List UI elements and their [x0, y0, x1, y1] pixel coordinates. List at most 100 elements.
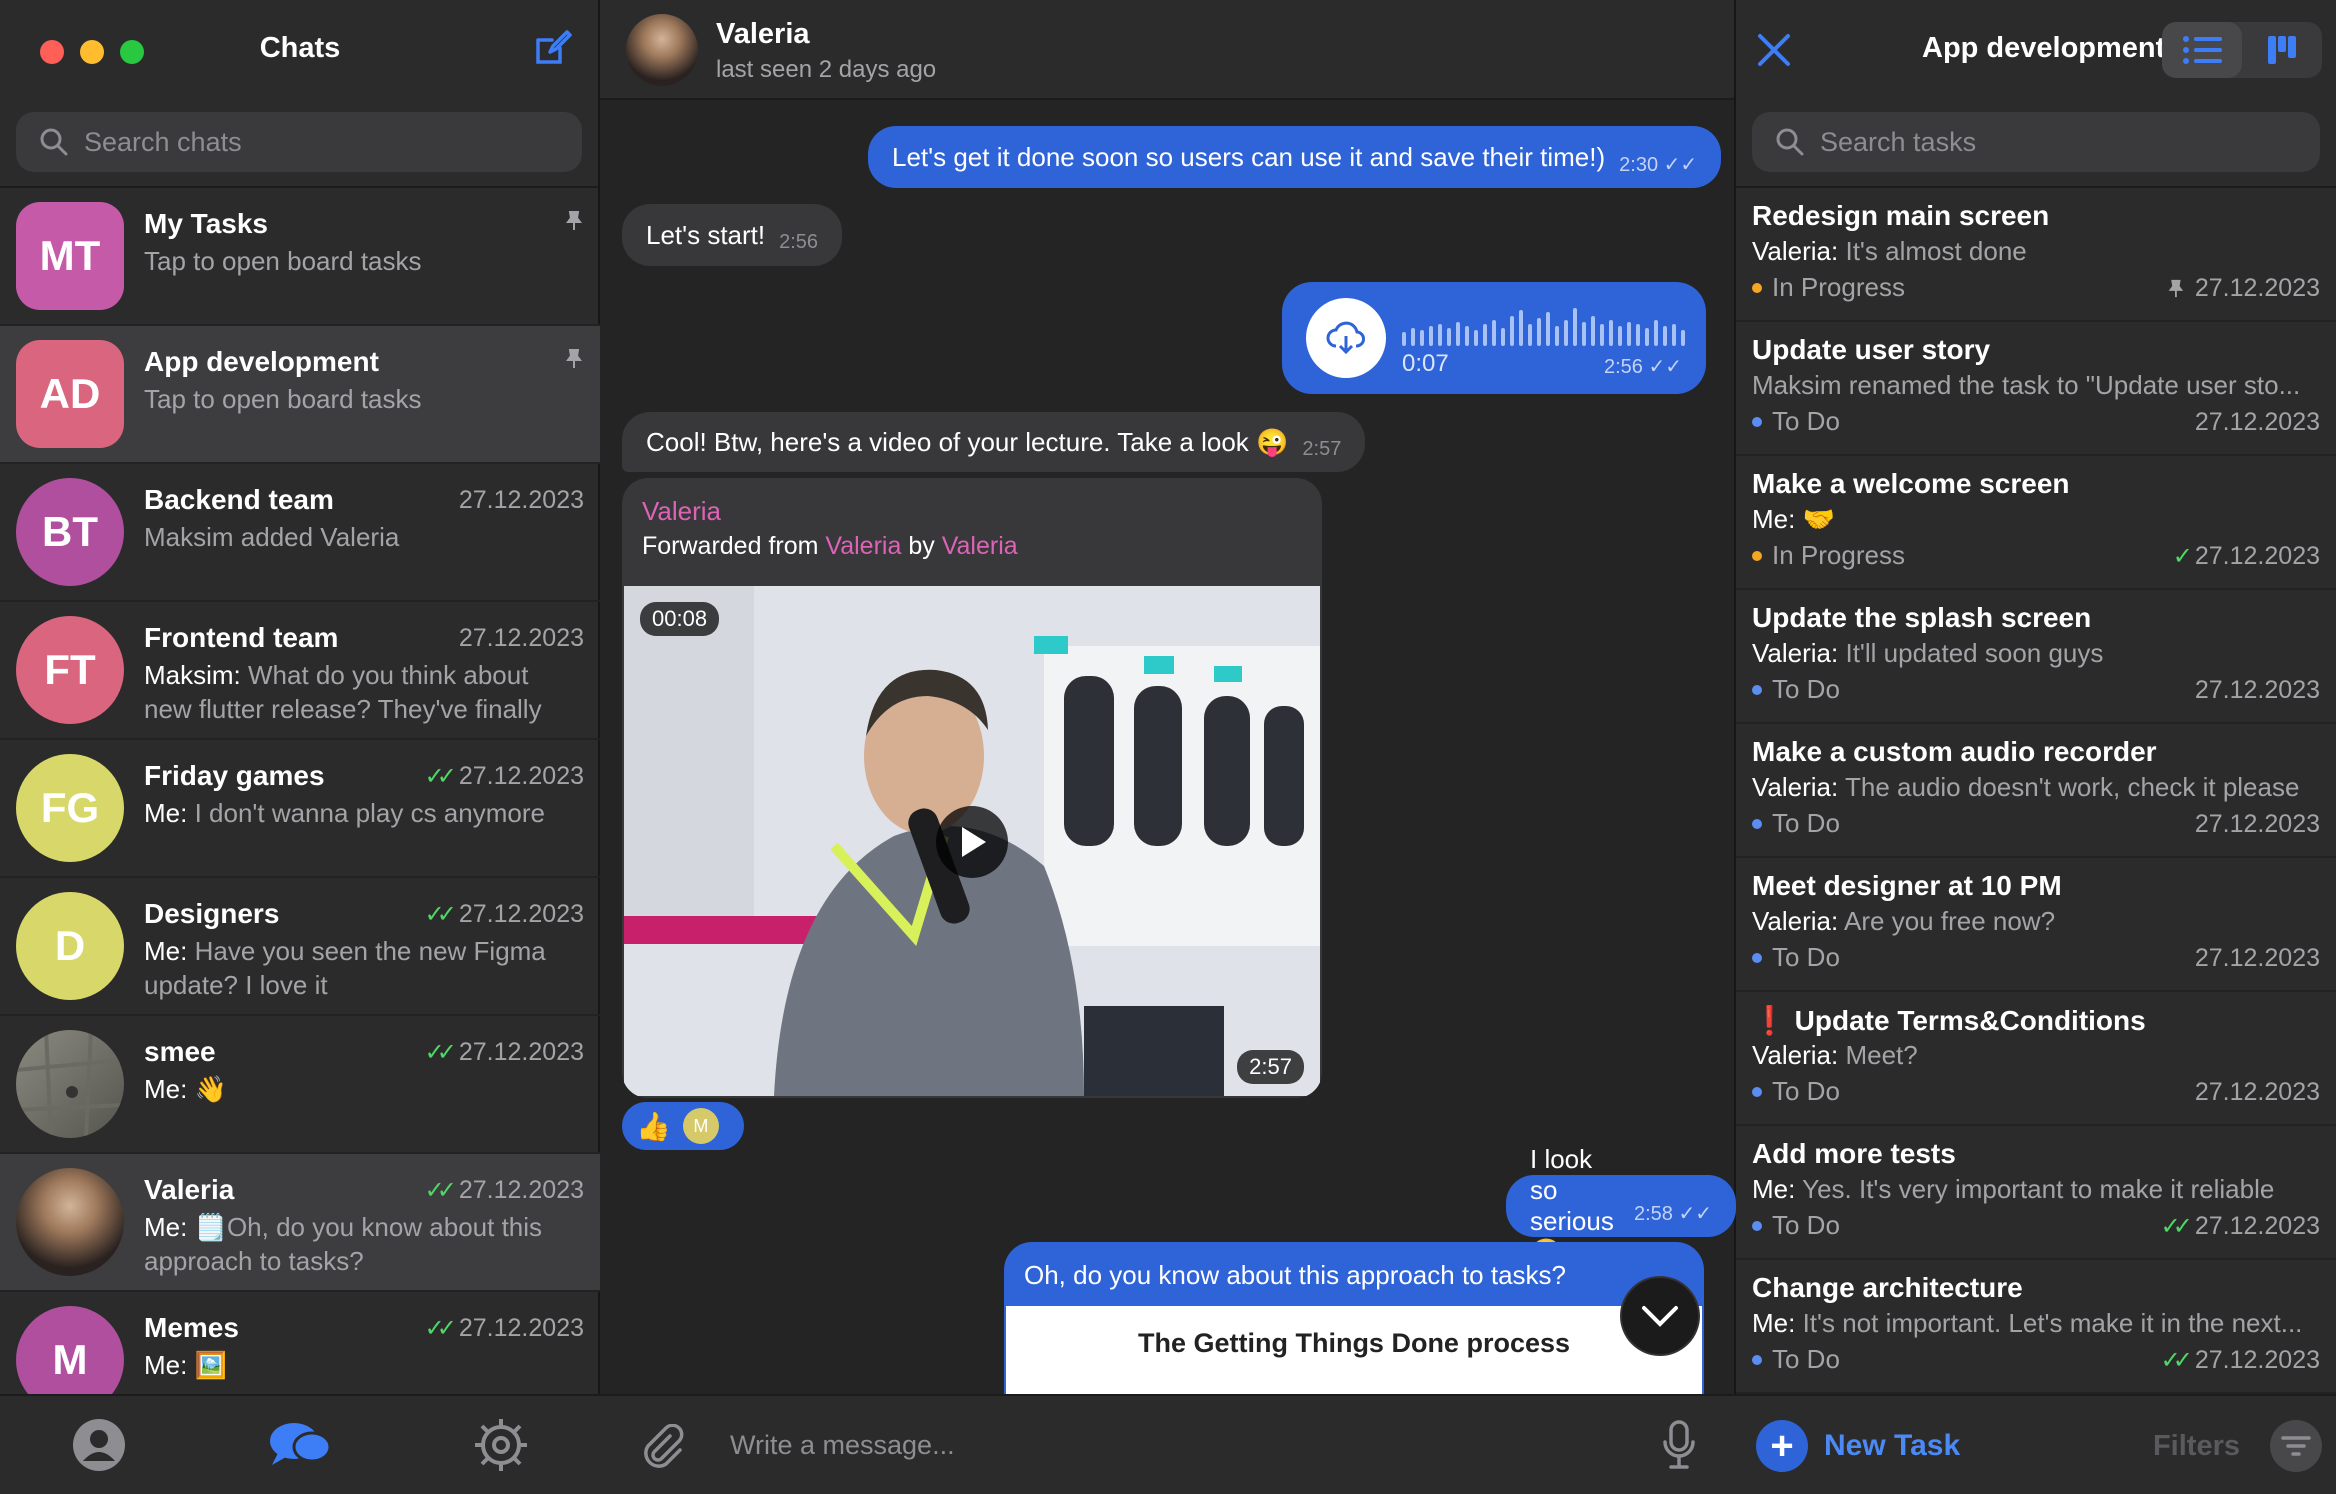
settings-gear-icon[interactable]: [473, 1417, 529, 1473]
task-status: In Progress: [1752, 272, 1905, 303]
scroll-to-bottom-button[interactable]: [1620, 1276, 1700, 1356]
filter-lines-icon: [2281, 1436, 2311, 1456]
attach-paperclip-icon[interactable]: [640, 1424, 686, 1470]
date-text: 27.12.2023: [2194, 408, 2320, 436]
close-icon[interactable]: [1756, 32, 1792, 68]
task-date: 27.12.2023: [2165, 274, 2320, 303]
compose-icon[interactable]: [532, 28, 572, 68]
waveform-bar: [1609, 320, 1613, 346]
message-text: Yes. It's very important to make it reli…: [1802, 1174, 2275, 1204]
chats-title: Chats: [259, 32, 341, 64]
avatar: FG: [16, 754, 124, 862]
message-incoming[interactable]: Cool! Btw, here's a video of your lectur…: [622, 412, 1366, 472]
read-check-icon: ✓✓: [2160, 1213, 2193, 1240]
chat-item-valeria[interactable]: Valeria Me: 🗒️Oh, do you know about this…: [0, 1154, 600, 1292]
message-outgoing[interactable]: I look so serious 🤨 2:58 ✓✓: [1506, 1144, 1736, 1267]
task-item[interactable]: ❗ Update Terms&Conditions Valeria: Meet?…: [1736, 992, 2336, 1126]
reaction-chip[interactable]: 👍 M: [622, 1102, 744, 1150]
chat-preview: Me: Have you seen the new Figma update? …: [144, 934, 564, 1002]
filters-button[interactable]: Filters: [2153, 1430, 2240, 1463]
task-date: 27.12.2023: [2195, 1078, 2320, 1107]
message-text: Are you free now?: [1844, 906, 2056, 936]
task-item[interactable]: Make a custom audio recorder Valeria: Th…: [1736, 724, 2336, 858]
conversation-header[interactable]: Valeria last seen 2 days ago: [600, 0, 1734, 100]
task-item[interactable]: Meet designer at 10 PM Valeria: Are you …: [1736, 858, 2336, 992]
task-last-message: Me: 🤝: [1752, 504, 2322, 535]
chat-name: Friday games: [144, 760, 325, 791]
microphone-icon[interactable]: [1662, 1420, 1696, 1470]
task-title: Add more tests: [1752, 1138, 1956, 1169]
preview-sender: Me:: [144, 1212, 188, 1242]
task-last-message: Maksim renamed the task to "Update user …: [1752, 370, 2301, 400]
message-outgoing[interactable]: Let's get it done soon so users can use …: [868, 126, 1722, 188]
pin-icon: [2168, 279, 2184, 297]
link-preview-message[interactable]: Oh, do you know about this approach to t…: [1004, 1242, 1704, 1394]
contact-avatar[interactable]: [626, 14, 698, 86]
chat-date: 27.12.2023: [459, 486, 584, 515]
task-item[interactable]: Add more tests Me: Yes. It's very import…: [1736, 1126, 2336, 1260]
task-item[interactable]: Update user story Maksim renamed the tas…: [1736, 322, 2336, 456]
board-view-button[interactable]: [2242, 22, 2322, 78]
chat-name: Designers: [144, 898, 280, 929]
chat-preview: Tap to open board tasks: [144, 246, 422, 276]
message-time: 2:30 ✓✓: [1619, 153, 1698, 176]
video-player[interactable]: 00:08 2:57: [624, 586, 1320, 1096]
waveform-bar: [1528, 324, 1532, 346]
tasks-search-input[interactable]: Search tasks: [1752, 112, 2320, 172]
play-icon: [962, 827, 986, 857]
task-item[interactable]: Redesign main screen Valeria: It's almos…: [1736, 188, 2336, 322]
chat-preview: Me: I don't wanna play cs anymore: [144, 796, 564, 830]
chat-item-backend-team[interactable]: BT Backend team Maksim added Valeria 27.…: [0, 464, 600, 602]
tasks-panel: App development Search tasks Redesign ma…: [1736, 0, 2336, 1494]
task-title: Redesign main screen: [1752, 200, 2050, 231]
chats-search-input[interactable]: Search chats: [16, 112, 582, 172]
chat-item-designers[interactable]: D Designers Me: Have you seen the new Fi…: [0, 878, 600, 1016]
new-task-button[interactable]: + New Task: [1756, 1420, 1960, 1472]
forward-source: Forwarded from Valeria by Valeria: [642, 532, 1018, 561]
link-preview-card[interactable]: The Getting Things Done process: [1006, 1306, 1702, 1394]
task-date: 27.12.2023: [2195, 944, 2320, 973]
download-button[interactable]: [1306, 298, 1386, 378]
message-input[interactable]: Write a message...: [730, 1430, 955, 1461]
task-last-message: Me: It's not important. Let's make it in…: [1752, 1308, 2322, 1339]
preview-sender: Me:: [144, 1074, 188, 1104]
message-sender: Valeria:: [1752, 1040, 1839, 1070]
waveform-bar: [1438, 324, 1442, 346]
chat-preview: Me: 🗒️Oh, do you know about this approac…: [144, 1210, 564, 1278]
forward-by-link[interactable]: Valeria: [942, 532, 1018, 560]
forward-from-link[interactable]: Valeria: [825, 532, 901, 560]
waveform-bar: [1546, 312, 1550, 346]
preview-sender: Me:: [144, 936, 188, 966]
task-item[interactable]: Change architecture Me: It's not importa…: [1736, 1260, 2336, 1394]
date-text: 27.12.2023: [2194, 1212, 2320, 1240]
chat-item-frontend-team[interactable]: FT Frontend team Maksim: What do you thi…: [0, 602, 600, 740]
task-title: Change architecture: [1752, 1272, 2023, 1303]
profile-icon[interactable]: [71, 1417, 127, 1473]
chat-item-friday-games[interactable]: FG Friday games Me: I don't wanna play c…: [0, 740, 600, 878]
chat-item-my-tasks[interactable]: MT My Tasks Tap to open board tasks: [0, 188, 600, 326]
check-icon: ✓: [2172, 543, 2193, 570]
message-sender: Valeria:: [1752, 236, 1839, 266]
list-view-button[interactable]: [2162, 22, 2242, 78]
chevron-down-icon: [1642, 1306, 1678, 1327]
date-text: 27.12.2023: [2194, 1346, 2320, 1374]
forwarded-message[interactable]: Valeria Forwarded from Valeria by Valeri…: [622, 478, 1322, 1098]
message-sender: Valeria:: [1752, 638, 1839, 668]
chat-item-smee[interactable]: smee Me: 👋 ✓✓ 27.12.2023: [0, 1016, 600, 1154]
waveform-bar: [1618, 326, 1622, 346]
filter-icon[interactable]: [2270, 1420, 2322, 1472]
waveform-bar: [1582, 322, 1586, 346]
chat-name: smee: [144, 1036, 216, 1067]
chat-item-app-development[interactable]: AD App development Tap to open board tas…: [0, 326, 600, 464]
play-button[interactable]: [936, 806, 1008, 878]
waveform-bar: [1483, 324, 1487, 346]
message-incoming[interactable]: Let's start! 2:56: [622, 204, 843, 266]
chat-name: App development: [144, 346, 379, 377]
chat-item-memes[interactable]: M Memes Me: 🖼️ ✓✓ 27.12.2023: [0, 1292, 600, 1394]
chats-tab-icon[interactable]: [268, 1417, 332, 1473]
task-item[interactable]: Update the splash screen Valeria: It'll …: [1736, 590, 2336, 724]
message-time: 2:58 ✓✓: [1633, 1202, 1712, 1225]
voice-message[interactable]: 0:07 2:56 ✓✓: [1282, 282, 1706, 394]
task-title: ❗ Update Terms&Conditions: [1752, 1004, 2146, 1037]
task-item[interactable]: Make a welcome screen Me: 🤝 In Progress …: [1736, 456, 2336, 590]
